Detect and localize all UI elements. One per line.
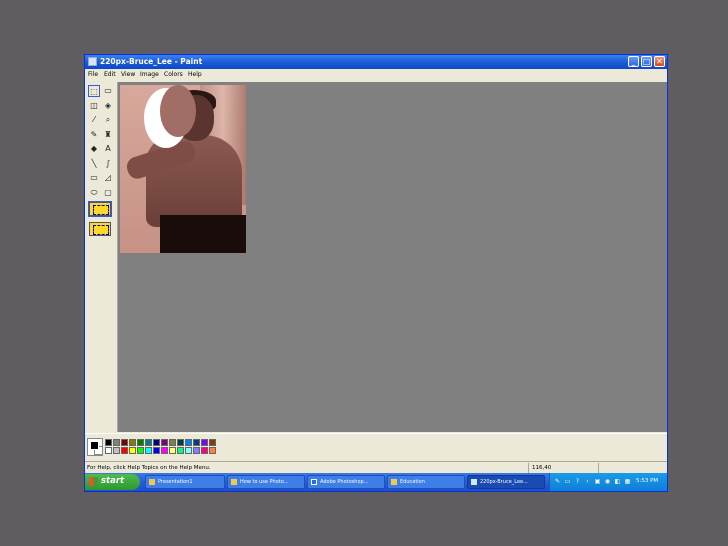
crescent-cutout	[160, 85, 196, 137]
line-icon[interactable]: ╲	[88, 158, 100, 170]
start-label: start	[101, 476, 125, 486]
rect-select-icon[interactable]: ▭	[102, 85, 114, 97]
color-swatch[interactable]	[177, 447, 184, 454]
free-select-icon[interactable]: ⬚	[88, 85, 100, 97]
system-tray: ✎ ▭ ? ‹ ▣ ◉ ◧ ▦ 5:53 PM	[549, 473, 667, 491]
folder-icon	[391, 479, 397, 485]
color-swatch[interactable]	[129, 439, 136, 446]
color-swatch[interactable]	[137, 439, 144, 446]
color-swatch[interactable]	[153, 447, 160, 454]
tray-volume-icon[interactable]: ◧	[614, 478, 621, 485]
brush-icon[interactable]: ♜	[102, 129, 114, 141]
window-title: 220px-Bruce_Lee - Paint	[100, 57, 203, 66]
status-divider	[598, 463, 599, 473]
color-swatch[interactable]	[105, 447, 112, 454]
paint-icon	[471, 479, 477, 485]
curve-icon[interactable]: ∫	[102, 158, 114, 170]
title-bar[interactable]: 220px-Bruce_Lee - Paint _ □ ✕	[85, 55, 667, 69]
eraser-icon[interactable]: ◫	[88, 100, 100, 112]
fill-icon[interactable]: ◈	[102, 100, 114, 112]
ellipse-icon[interactable]: ⬭	[88, 187, 100, 199]
tray-help-icon[interactable]: ?	[574, 478, 581, 485]
polygon-icon[interactable]: ◿	[102, 172, 114, 184]
menu-edit[interactable]: Edit	[104, 71, 116, 78]
color-swatch[interactable]	[113, 447, 120, 454]
text-icon[interactable]: A	[102, 143, 114, 155]
task-education[interactable]: Education	[387, 475, 465, 489]
color-swatch[interactable]	[209, 439, 216, 446]
menu-help[interactable]: Help	[188, 71, 202, 78]
color-swatch[interactable]	[169, 447, 176, 454]
maximize-button[interactable]: □	[641, 56, 652, 67]
status-divider	[528, 463, 529, 473]
color-swatch[interactable]	[121, 447, 128, 454]
color-swatch[interactable]	[145, 439, 152, 446]
tray-globe-icon[interactable]: ◉	[604, 478, 611, 485]
current-colors[interactable]	[87, 438, 103, 456]
task-how-to-use-photo[interactable]: How to use Photo...	[227, 475, 305, 489]
tray-network-icon[interactable]: ▣	[594, 478, 601, 485]
windows-logo-icon	[89, 477, 98, 486]
color-swatch[interactable]	[193, 439, 200, 446]
task-adobe-photoshop[interactable]: Adobe Photoshop...	[307, 475, 385, 489]
menu-bar: File Edit View Image Colors Help	[85, 69, 667, 81]
color-swatch[interactable]	[185, 447, 192, 454]
tray-arrow-icon[interactable]: ‹	[584, 478, 591, 485]
pencil-icon[interactable]: ✎	[88, 129, 100, 141]
task-presentation[interactable]: Presentation1	[145, 475, 225, 489]
start-button[interactable]: start	[85, 474, 140, 490]
color-swatch[interactable]	[201, 439, 208, 446]
bruce-lee-image[interactable]	[120, 85, 246, 253]
color-swatch[interactable]	[201, 447, 208, 454]
color-swatch[interactable]	[137, 447, 144, 454]
rounded-rect-icon[interactable]: ▢	[102, 187, 114, 199]
clock: 5:53 PM	[636, 478, 659, 484]
taskbar: start Presentation1 How to use Photo... …	[85, 473, 667, 491]
color-picker-icon[interactable]: ⁄	[88, 114, 100, 126]
tray-keyboard-icon[interactable]: ▭	[564, 478, 571, 485]
tool-option-transparent-on[interactable]	[89, 222, 111, 236]
color-swatch[interactable]	[185, 439, 192, 446]
powerpoint-icon	[231, 479, 237, 485]
magnifier-icon[interactable]: ⌕	[102, 114, 114, 126]
color-swatch[interactable]	[193, 447, 200, 454]
color-swatch[interactable]	[209, 447, 216, 454]
paint-app-icon[interactable]	[88, 57, 97, 66]
color-palette	[85, 433, 667, 460]
color-swatch[interactable]	[169, 439, 176, 446]
status-help-text: For Help, click Help Topics on the Help …	[87, 465, 211, 471]
close-button[interactable]: ✕	[654, 56, 665, 67]
color-swatch[interactable]	[129, 447, 136, 454]
color-swatch[interactable]	[161, 439, 168, 446]
figure-pants	[160, 215, 246, 253]
color-swatch[interactable]	[105, 439, 112, 446]
foreground-color-swatch[interactable]	[90, 441, 99, 450]
color-swatch[interactable]	[177, 439, 184, 446]
tray-pen-icon[interactable]: ✎	[554, 478, 561, 485]
powerpoint-icon	[149, 479, 155, 485]
color-swatch[interactable]	[145, 447, 152, 454]
airbrush-icon[interactable]: ◆	[88, 143, 100, 155]
cursor-coordinates: 116,40	[532, 465, 552, 471]
tool-option-transparent-off[interactable]	[88, 201, 112, 217]
rectangle-icon[interactable]: ▭	[88, 172, 100, 184]
menu-colors[interactable]: Colors	[164, 71, 183, 78]
color-swatch[interactable]	[153, 439, 160, 446]
toolbox: ⬚ ▭ ◫ ◈ ⁄ ⌕ ✎ ♜ ◆ A ╲ ∫ ▭ ◿ ⬭ ▢	[85, 82, 118, 432]
color-swatch[interactable]	[121, 439, 128, 446]
menu-image[interactable]: Image	[140, 71, 159, 78]
menu-file[interactable]: File	[88, 71, 98, 78]
photoshop-icon	[311, 479, 317, 485]
task-paint[interactable]: 220px-Bruce_Lee...	[467, 475, 545, 489]
canvas-area[interactable]	[118, 82, 667, 432]
tray-security-icon[interactable]: ▦	[624, 478, 631, 485]
paint-window: 220px-Bruce_Lee - Paint _ □ ✕ File Edit …	[84, 54, 668, 492]
minimize-button[interactable]: _	[628, 56, 639, 67]
color-swatch[interactable]	[161, 447, 168, 454]
menu-view[interactable]: View	[121, 71, 135, 78]
color-swatch[interactable]	[113, 439, 120, 446]
